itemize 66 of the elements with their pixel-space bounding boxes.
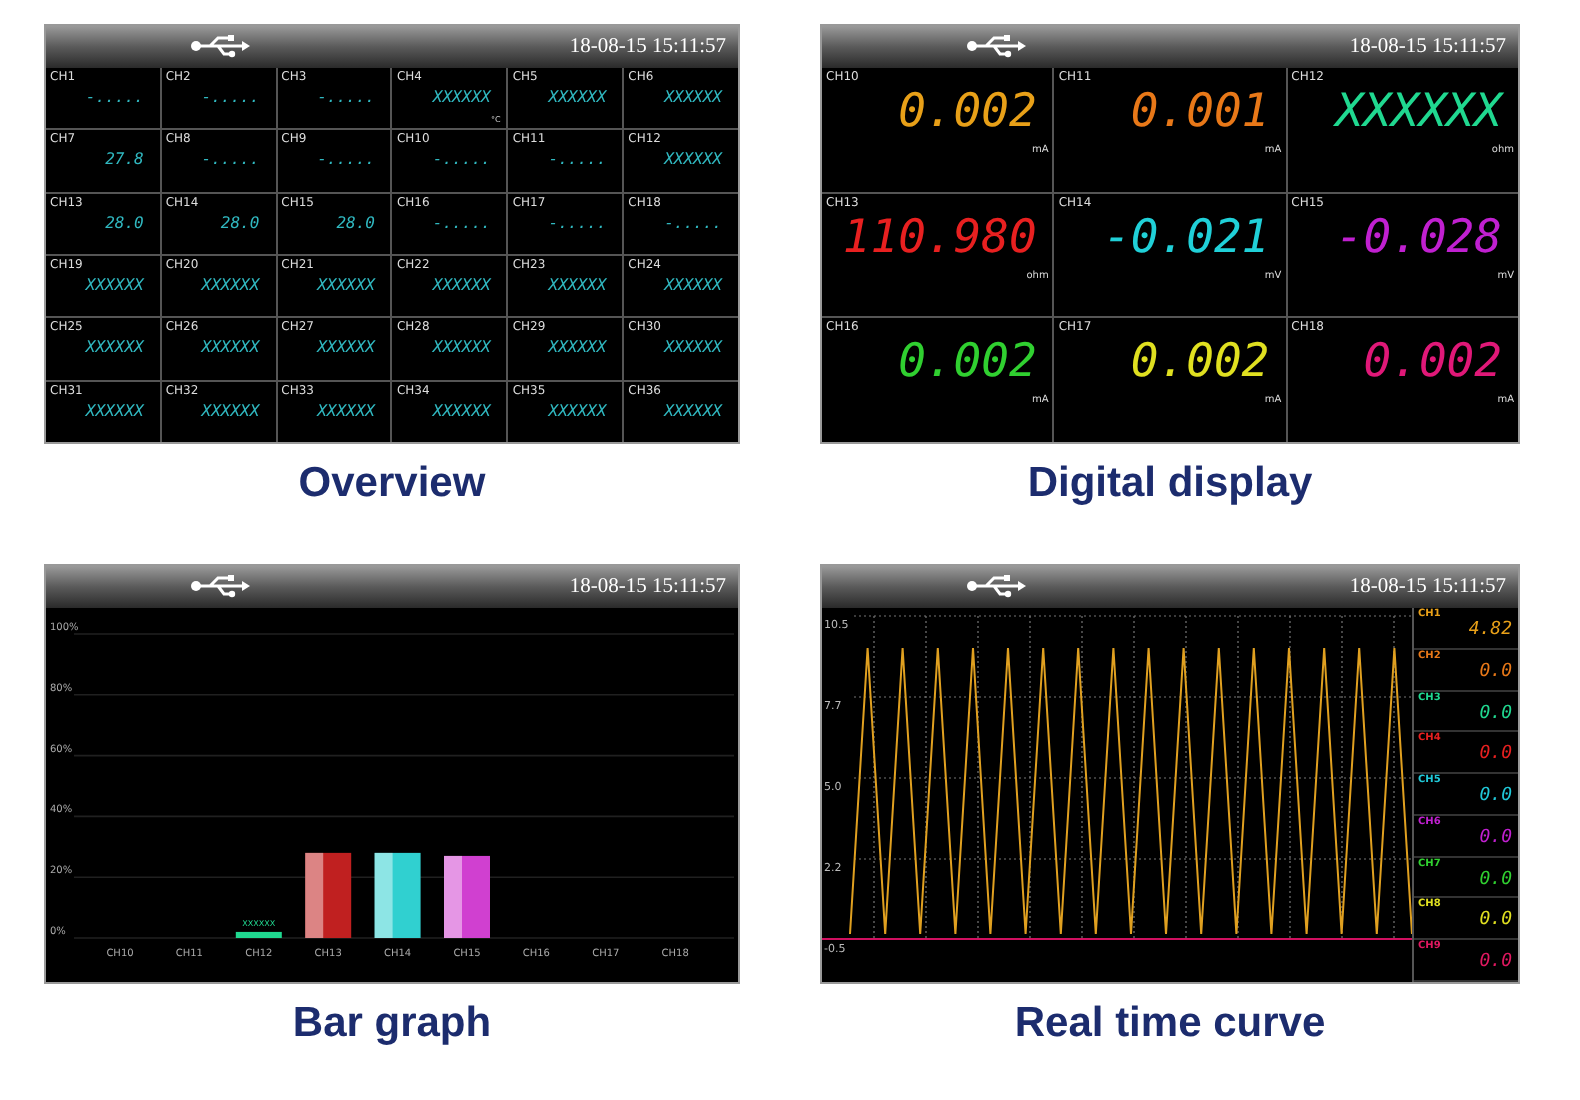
- channel-value: 0.002: [898, 84, 1037, 142]
- channel-value: -.....: [85, 88, 144, 106]
- channel-value: XXXXXX: [317, 401, 375, 420]
- channel-value: 4.82: [1468, 620, 1512, 642]
- channel-value: XXXXXX: [432, 88, 491, 106]
- channel-value: 0.002: [1363, 334, 1502, 393]
- channel-value: -.....: [201, 150, 260, 169]
- caption: Overview: [296, 458, 488, 510]
- timestamp: 18-08-15 15:11:57: [569, 36, 726, 58]
- channel-value: -0.028: [1335, 209, 1502, 268]
- channel-value: XXXXXX: [548, 401, 607, 420]
- channel-value: XXXXXX: [201, 276, 260, 294]
- usb-icon: [190, 34, 250, 58]
- channel-value: XXXXXX: [548, 276, 607, 294]
- channel-value: XXXXXX: [1335, 84, 1502, 142]
- usb-icon: [966, 34, 1026, 58]
- caption: Bar graph: [290, 998, 494, 1050]
- channel-value: -.....: [548, 150, 607, 169]
- channel-value: -.....: [432, 213, 491, 232]
- channel-value: 28.0: [105, 213, 144, 232]
- channel-value: XXXXXX: [432, 276, 491, 294]
- channel-value: XXXXXX: [432, 401, 491, 420]
- channel-value: 0.002: [1130, 334, 1270, 393]
- channel-value: 0.002: [898, 334, 1037, 393]
- channel-value: 0.0: [1479, 869, 1512, 891]
- channel-value: XXXXXX: [85, 338, 144, 357]
- channel-value: XXXXXX: [664, 338, 722, 357]
- channel-value: XXXXXX: [201, 401, 260, 420]
- channel-value: 0.0: [1479, 703, 1512, 725]
- channel-value: 0.0: [1479, 786, 1512, 808]
- channel-value: -0.021: [1103, 209, 1270, 268]
- channel-value: 0.0: [1479, 744, 1512, 767]
- channel-value: XXXXXX: [548, 88, 607, 106]
- channel-value: -.....: [664, 213, 722, 232]
- channel-value: -.....: [201, 88, 260, 106]
- channel-value: 0.001: [1130, 84, 1270, 142]
- channel-value: -.....: [432, 150, 491, 169]
- channel-value: XXXXXX: [548, 338, 607, 357]
- channel-value: -.....: [317, 88, 375, 106]
- channel-value: 28.0: [336, 213, 375, 232]
- caption: Digital display: [1025, 458, 1315, 510]
- usb-icon: [966, 574, 1026, 598]
- timestamp: 18-08-15 15:11:57: [1349, 576, 1506, 598]
- channel-value: XXXXXX: [432, 338, 491, 357]
- channel-value: 0.0: [1479, 827, 1512, 850]
- channel-value: 27.8: [105, 150, 144, 169]
- channel-value: XXXXXX: [664, 276, 722, 294]
- channel-value: -.....: [317, 150, 375, 169]
- channel-value: -.....: [548, 213, 607, 232]
- channel-value: XXXXXX: [317, 276, 375, 294]
- channel-value: XXXXXX: [85, 276, 144, 294]
- channel-value: XXXXXX: [664, 150, 722, 169]
- channel-value: 0.0: [1479, 952, 1512, 975]
- usb-icon: [190, 574, 250, 598]
- channel-value: 0.0: [1479, 661, 1512, 684]
- channel-value: 110.980: [842, 209, 1037, 268]
- channel-value: XXXXXX: [201, 338, 260, 357]
- channel-value: XXXXXX: [664, 401, 722, 420]
- channel-value: XXXXXX: [317, 338, 375, 357]
- channel-value: 0.0: [1479, 910, 1512, 933]
- caption: Real time curve: [1012, 998, 1328, 1050]
- channel-value: 28.0: [220, 213, 260, 232]
- timestamp: 18-08-15 15:11:57: [1349, 36, 1506, 58]
- channel-value: XXXXXX: [85, 401, 144, 420]
- channel-value: XXXXXX: [664, 88, 722, 106]
- timestamp: 18-08-15 15:11:57: [569, 576, 726, 598]
